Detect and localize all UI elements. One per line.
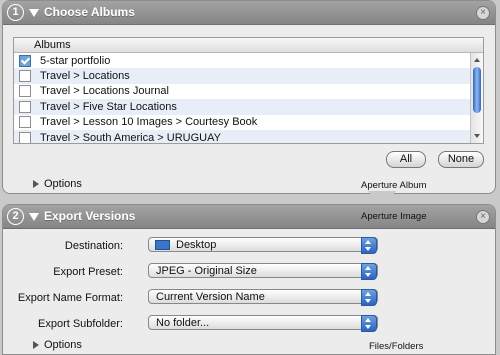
destination-popup[interactable]: Desktop (148, 237, 378, 254)
checkbox[interactable] (19, 85, 31, 98)
export-name-format-popup[interactable]: Current Version Name (148, 289, 378, 306)
vertical-scrollbar[interactable] (470, 53, 483, 143)
export-versions-panel: 2 Export Versions Aperture Image × Desti… (2, 204, 496, 355)
checkbox[interactable] (19, 54, 31, 67)
step-number: 2 (7, 208, 24, 225)
folder-icon (155, 240, 170, 250)
choose-albums-panel: 1 Choose Albums × Albums 5-star portfoli… (2, 0, 496, 194)
popup-arrows-icon (361, 315, 377, 332)
options-label[interactable]: Options (44, 339, 82, 351)
list-item-label: Travel > Locations (40, 70, 130, 83)
list-item-label: Travel > Locations Journal (40, 85, 169, 98)
export-preset-popup[interactable]: JPEG - Original Size (148, 263, 378, 280)
scroll-thumb[interactable] (473, 67, 481, 113)
list-item[interactable]: 5-star portfolio (14, 53, 483, 68)
checkbox[interactable] (19, 100, 31, 113)
export-preset-label: Export Preset: (53, 266, 123, 278)
destination-value: Desktop (176, 239, 217, 251)
files-folders-label: Files/Folders (369, 341, 424, 352)
export-subfolder-popup[interactable]: No folder... (148, 315, 378, 332)
export-name-format-value: Current Version Name (156, 291, 265, 303)
list-item-label: Travel > Lesson 10 Images > Courtesy Boo… (40, 116, 258, 129)
none-button[interactable]: None (438, 151, 484, 168)
checkbox[interactable] (19, 70, 31, 83)
options-disclosure-icon[interactable] (33, 341, 39, 349)
list-item[interactable]: Travel > Five Star Locations (14, 99, 483, 115)
scroll-down-icon[interactable] (474, 134, 480, 138)
popup-arrows-icon (361, 289, 377, 306)
scroll-up-icon[interactable] (474, 58, 480, 62)
close-icon[interactable]: × (476, 210, 490, 224)
export-versions-header: 2 Export Versions Aperture Image × (3, 205, 495, 229)
aperture-image-label: Aperture Image (361, 211, 427, 222)
close-icon[interactable]: × (476, 6, 490, 20)
destination-label: Destination: (64, 240, 123, 252)
albums-list[interactable]: Albums 5-star portfolio Travel > Locatio… (13, 37, 484, 144)
popup-arrows-icon (361, 237, 377, 254)
list-item-label: Travel > Five Star Locations (40, 100, 177, 113)
choose-albums-header: 1 Choose Albums × (3, 1, 495, 25)
panel-title: Choose Albums (44, 5, 135, 19)
popup-arrows-icon (361, 263, 377, 280)
panel-title: Export Versions (44, 209, 136, 223)
column-header-albums[interactable]: Albums (14, 38, 483, 53)
export-subfolder-value: No folder... (156, 317, 210, 329)
export-name-format-label: Export Name Format: (17, 292, 123, 304)
options-label[interactable]: Options (44, 178, 82, 190)
aperture-album-label: Aperture Album (361, 180, 427, 191)
export-preset-value: JPEG - Original Size (156, 265, 257, 277)
checkbox[interactable] (19, 116, 31, 129)
disclosure-triangle-icon[interactable] (29, 9, 39, 17)
list-item[interactable]: Travel > South America > URUGUAY (14, 129, 483, 144)
list-item[interactable]: Travel > Lesson 10 Images > Courtesy Boo… (14, 115, 483, 130)
checkbox[interactable] (19, 131, 31, 143)
options-disclosure-icon[interactable] (33, 180, 39, 188)
disclosure-triangle-icon[interactable] (29, 213, 39, 221)
export-subfolder-label: Export Subfolder: (38, 318, 123, 330)
list-item-label: 5-star portfolio (40, 54, 111, 67)
step-number: 1 (7, 4, 24, 21)
all-button[interactable]: All (386, 151, 426, 168)
list-item[interactable]: Travel > Locations (14, 68, 483, 84)
list-item[interactable]: Travel > Locations Journal (14, 84, 483, 99)
list-item-label: Travel > South America > URUGUAY (40, 131, 221, 144)
